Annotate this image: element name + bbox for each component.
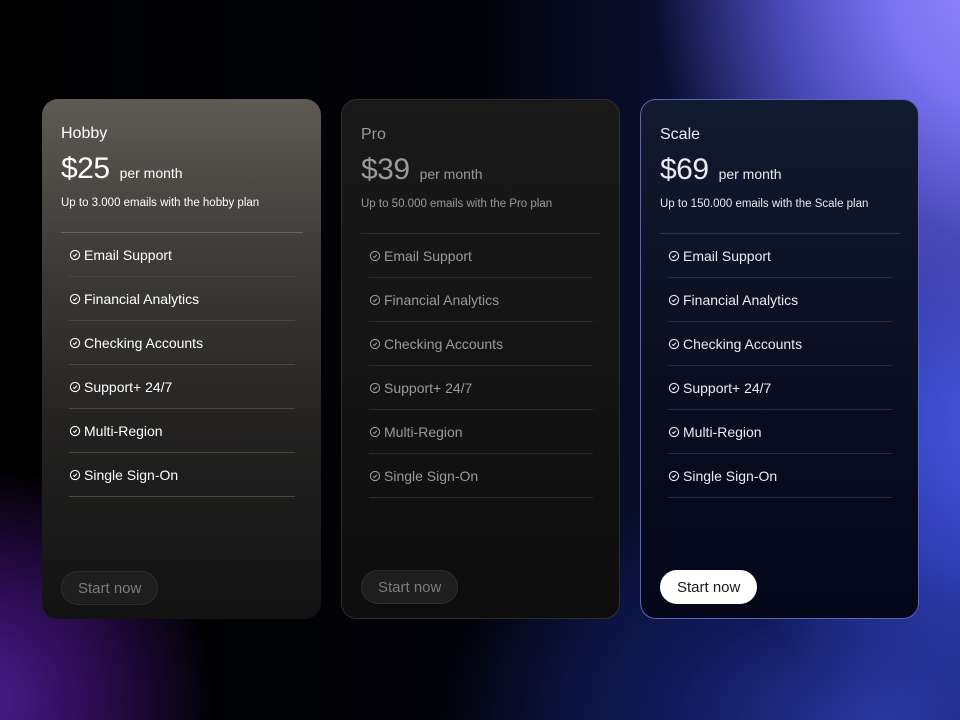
circle-check-icon xyxy=(69,337,81,348)
plan-description: Up to 50.000 emails with the Pro plan xyxy=(361,198,553,210)
feature-item: Multi-Region xyxy=(369,410,593,454)
circle-check-icon xyxy=(668,382,680,393)
plan-name: Pro xyxy=(361,126,386,143)
feature-label: Single Sign-On xyxy=(384,467,479,484)
price-row: $69 per month xyxy=(660,152,900,188)
feature-item: Single Sign-On xyxy=(369,454,593,498)
feature-item: Financial Analytics xyxy=(69,277,295,321)
feature-label: Email Support xyxy=(683,247,771,264)
circle-check-icon xyxy=(69,293,81,304)
circle-check-icon xyxy=(668,426,680,437)
circle-check-icon xyxy=(668,250,680,261)
feature-label: Financial Analytics xyxy=(84,290,200,307)
plan-name: Hobby xyxy=(61,125,108,142)
feature-item: Financial Analytics xyxy=(369,278,593,322)
start-now-button-pro[interactable]: Start now xyxy=(361,570,459,604)
plan-period: per month xyxy=(419,166,483,182)
plan-name: Scale xyxy=(660,126,701,143)
circle-check-icon xyxy=(369,294,381,305)
feature-item: Multi-Region xyxy=(668,410,892,454)
feature-label: Support+ 24/7 xyxy=(84,378,173,395)
circle-check-icon xyxy=(69,381,81,392)
circle-check-icon xyxy=(668,470,680,481)
feature-label: Multi-Region xyxy=(84,422,163,439)
feature-item: Checking Accounts xyxy=(369,322,593,366)
circle-check-icon xyxy=(369,426,381,437)
plan-card-hobby: Hobby $25 per month Up to 3.000 emails w… xyxy=(42,99,321,619)
plan-price: $39 xyxy=(361,153,410,186)
feature-label: Email Support xyxy=(384,247,472,264)
feature-label: Checking Accounts xyxy=(384,335,504,352)
feature-label: Checking Accounts xyxy=(84,334,204,351)
circle-check-icon xyxy=(369,382,381,393)
feature-item: Email Support xyxy=(668,234,892,278)
circle-check-icon xyxy=(69,469,81,480)
feature-item: Multi-Region xyxy=(69,409,295,453)
feature-item: Financial Analytics xyxy=(668,278,892,322)
pricing-cards: Hobby $25 per month Up to 3.000 emails w… xyxy=(42,99,919,619)
feature-item: Checking Accounts xyxy=(668,322,892,366)
circle-check-icon xyxy=(69,249,81,260)
price-row: $25 per month xyxy=(61,151,303,187)
feature-list: Email Support Financial Analytics Checki… xyxy=(369,234,593,498)
plan-price: $25 xyxy=(61,152,110,185)
price-row: $39 per month xyxy=(361,152,601,188)
feature-label: Financial Analytics xyxy=(384,291,500,308)
feature-label: Financial Analytics xyxy=(683,291,799,308)
plan-card-pro: Pro $39 per month Up to 50.000 emails wi… xyxy=(341,99,620,619)
plan-period: per month xyxy=(718,166,782,182)
feature-item: Support+ 24/7 xyxy=(369,366,593,410)
feature-item: Single Sign-On xyxy=(668,454,892,498)
feature-label: Single Sign-On xyxy=(84,466,179,483)
feature-item: Support+ 24/7 xyxy=(69,365,295,409)
feature-item: Checking Accounts xyxy=(69,321,295,365)
circle-check-icon xyxy=(369,250,381,261)
feature-item: Support+ 24/7 xyxy=(668,366,892,410)
feature-list: Email Support Financial Analytics Checki… xyxy=(69,233,295,497)
start-now-button-hobby[interactable]: Start now xyxy=(61,571,159,605)
feature-label: Email Support xyxy=(84,246,172,263)
feature-label: Support+ 24/7 xyxy=(683,379,772,396)
circle-check-icon xyxy=(668,294,680,305)
feature-label: Multi-Region xyxy=(384,423,463,440)
feature-list: Email Support Financial Analytics Checki… xyxy=(668,234,892,498)
feature-item: Single Sign-On xyxy=(69,453,295,497)
circle-check-icon xyxy=(69,425,81,436)
feature-item: Email Support xyxy=(69,233,295,277)
plan-description: Up to 3.000 emails with the hobby plan xyxy=(61,197,260,209)
circle-check-icon xyxy=(369,470,381,481)
plan-card-scale: Scale $69 per month Up to 150.000 emails… xyxy=(640,99,919,619)
feature-label: Support+ 24/7 xyxy=(384,379,473,396)
plan-description: Up to 150.000 emails with the Scale plan xyxy=(660,198,869,210)
circle-check-icon xyxy=(668,338,680,349)
feature-label: Single Sign-On xyxy=(683,467,778,484)
plan-price: $69 xyxy=(660,153,709,186)
circle-check-icon xyxy=(369,338,381,349)
feature-label: Checking Accounts xyxy=(683,335,803,352)
feature-item: Email Support xyxy=(369,234,593,278)
feature-label: Multi-Region xyxy=(683,423,762,440)
plan-period: per month xyxy=(119,165,183,181)
start-now-button-scale[interactable]: Start now xyxy=(660,570,758,604)
